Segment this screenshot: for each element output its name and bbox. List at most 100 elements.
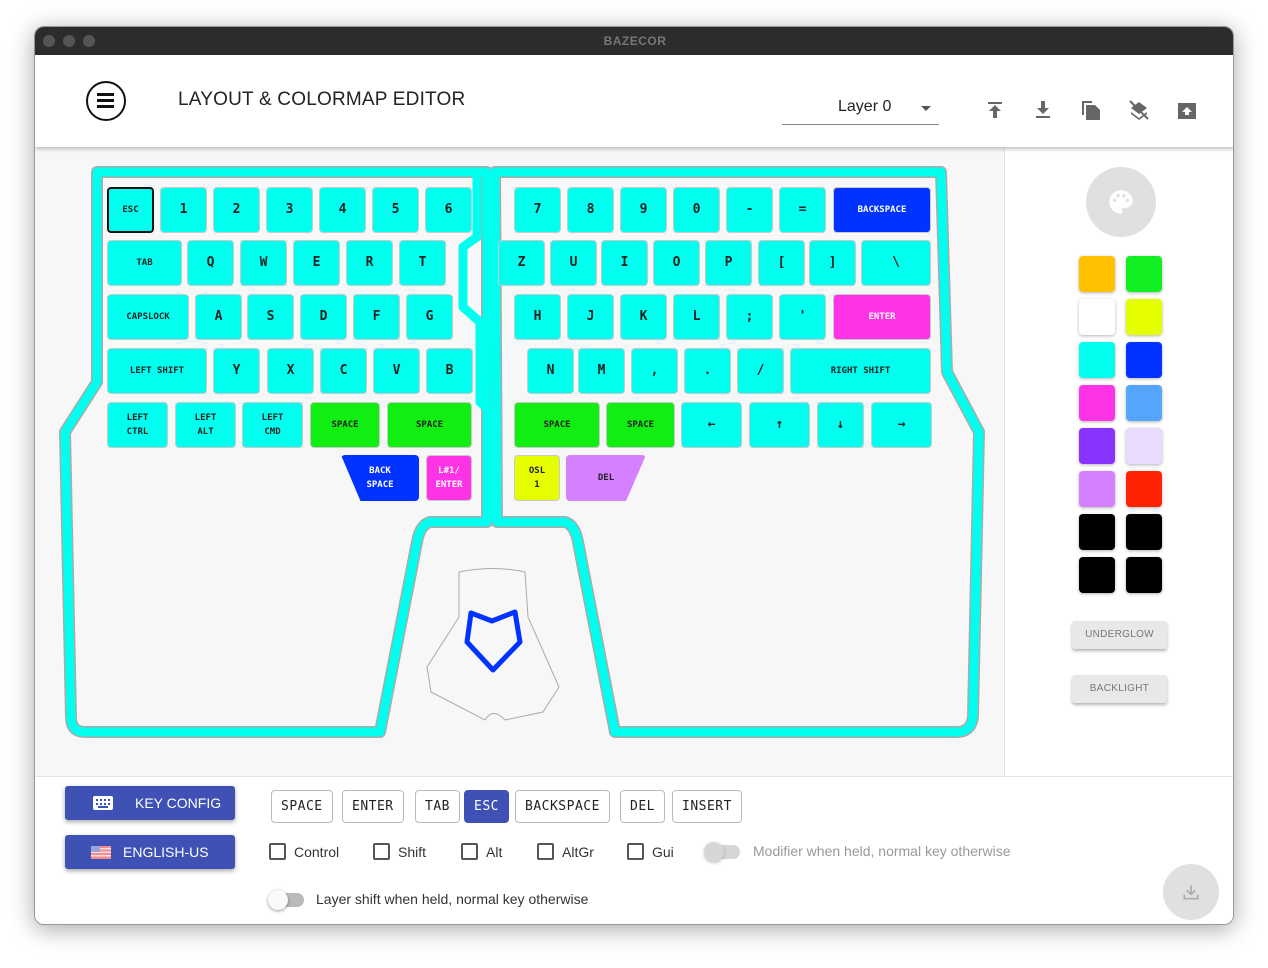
color-swatch[interactable] bbox=[1126, 299, 1162, 335]
modifier-checkbox-control[interactable]: Control bbox=[269, 843, 339, 860]
color-swatch[interactable] bbox=[1126, 471, 1162, 507]
key-20[interactable]: T bbox=[399, 240, 446, 286]
modifier-checkbox-altgr[interactable]: AltGr bbox=[537, 843, 594, 860]
color-swatch[interactable] bbox=[1126, 514, 1162, 550]
key-56[interactable]: LEFT CMD bbox=[242, 402, 303, 448]
key-config-button[interactable]: KEY CONFIG bbox=[65, 786, 235, 820]
key-32[interactable]: D bbox=[300, 294, 347, 340]
clear-layer-icon[interactable] bbox=[1127, 98, 1151, 122]
language-button[interactable]: ENGLISH-US bbox=[65, 835, 235, 869]
key-64[interactable]: → bbox=[871, 402, 932, 448]
underglow-button[interactable]: UNDERGLOW bbox=[1072, 621, 1167, 649]
key-58[interactable]: SPACE bbox=[387, 402, 472, 448]
key-8[interactable]: 7 bbox=[514, 187, 561, 233]
key-48[interactable]: N bbox=[527, 348, 574, 394]
color-swatch[interactable] bbox=[1079, 557, 1115, 593]
key-7[interactable]: 6 bbox=[425, 187, 472, 233]
key-54[interactable]: LEFT CTRL bbox=[107, 402, 168, 448]
key-4[interactable]: 3 bbox=[266, 187, 313, 233]
key-67[interactable]: OSL 1 bbox=[514, 455, 560, 501]
checkbox-icon[interactable] bbox=[537, 843, 554, 860]
dual-function-toggle[interactable] bbox=[704, 842, 740, 862]
key-6[interactable]: 5 bbox=[372, 187, 419, 233]
key-30[interactable]: A bbox=[195, 294, 242, 340]
key-chip-enter[interactable]: ENTER bbox=[342, 790, 404, 823]
key-37[interactable]: K bbox=[620, 294, 667, 340]
key-40[interactable]: ' bbox=[779, 294, 826, 340]
key-26[interactable]: [ bbox=[758, 240, 805, 286]
key-11[interactable]: 0 bbox=[673, 187, 720, 233]
key-chip-esc[interactable]: ESC bbox=[464, 790, 509, 823]
color-swatch[interactable] bbox=[1079, 514, 1115, 550]
key-63[interactable]: ↓ bbox=[817, 402, 864, 448]
color-swatch[interactable] bbox=[1126, 385, 1162, 421]
save-changes-button[interactable] bbox=[1163, 864, 1219, 920]
checkbox-icon[interactable] bbox=[373, 843, 390, 860]
key-43[interactable]: Y bbox=[213, 348, 260, 394]
key-chip-tab[interactable]: TAB bbox=[415, 790, 460, 823]
key-3[interactable]: 2 bbox=[213, 187, 260, 233]
key-21[interactable]: Z bbox=[498, 240, 545, 286]
color-swatch[interactable] bbox=[1079, 342, 1115, 378]
key-29[interactable]: CAPSLOCK bbox=[107, 294, 189, 340]
key-50[interactable]: , bbox=[631, 348, 678, 394]
key-14[interactable]: BACKSPACE bbox=[833, 187, 931, 233]
key-10[interactable]: 9 bbox=[620, 187, 667, 233]
key-chip-insert[interactable]: INSERT bbox=[672, 790, 742, 823]
key-17[interactable]: W bbox=[240, 240, 287, 286]
key-34[interactable]: G bbox=[406, 294, 453, 340]
key-24[interactable]: O bbox=[653, 240, 700, 286]
key-chip-backspace[interactable]: BACKSPACE bbox=[515, 790, 610, 823]
key-44[interactable]: X bbox=[267, 348, 314, 394]
key-62[interactable]: ↑ bbox=[749, 402, 810, 448]
color-swatch[interactable] bbox=[1079, 428, 1115, 464]
key-42[interactable]: LEFT SHIFT bbox=[107, 348, 207, 394]
layer-select[interactable]: Layer 0 bbox=[782, 95, 939, 125]
key-13[interactable]: = bbox=[779, 187, 826, 233]
key-60[interactable]: SPACE bbox=[606, 402, 675, 448]
key-chip-space[interactable]: SPACE bbox=[271, 790, 333, 823]
color-swatch[interactable] bbox=[1079, 299, 1115, 335]
modifier-checkbox-gui[interactable]: Gui bbox=[627, 843, 674, 860]
key-31[interactable]: S bbox=[247, 294, 294, 340]
key-22[interactable]: U bbox=[550, 240, 597, 286]
key-9[interactable]: 8 bbox=[567, 187, 614, 233]
checkbox-icon[interactable] bbox=[627, 843, 644, 860]
key-36[interactable]: J bbox=[567, 294, 614, 340]
menu-button[interactable] bbox=[86, 81, 126, 121]
key-46[interactable]: V bbox=[373, 348, 420, 394]
color-swatch[interactable] bbox=[1079, 256, 1115, 292]
import-export-icon[interactable] bbox=[1175, 98, 1199, 122]
key-19[interactable]: R bbox=[346, 240, 393, 286]
key-27[interactable]: ] bbox=[809, 240, 856, 286]
key-61[interactable]: ← bbox=[681, 402, 742, 448]
key-52[interactable]: / bbox=[737, 348, 784, 394]
checkbox-icon[interactable] bbox=[461, 843, 478, 860]
palette-button[interactable] bbox=[1086, 167, 1156, 237]
key-16[interactable]: Q bbox=[187, 240, 234, 286]
close-window-button[interactable] bbox=[43, 35, 55, 47]
key-66[interactable]: L#1/ ENTER bbox=[426, 455, 472, 501]
key-25[interactable]: P bbox=[705, 240, 752, 286]
key-23[interactable]: I bbox=[601, 240, 648, 286]
key-15[interactable]: TAB bbox=[107, 240, 182, 286]
key-45[interactable]: C bbox=[320, 348, 367, 394]
modifier-checkbox-shift[interactable]: Shift bbox=[373, 843, 426, 860]
key-59[interactable]: SPACE bbox=[514, 402, 600, 448]
key-41[interactable]: ENTER bbox=[833, 294, 931, 340]
key-39[interactable]: ; bbox=[726, 294, 773, 340]
key-5[interactable]: 4 bbox=[319, 187, 366, 233]
key-38[interactable]: L bbox=[673, 294, 720, 340]
key-51[interactable]: . bbox=[684, 348, 731, 394]
key-33[interactable]: F bbox=[353, 294, 400, 340]
color-swatch[interactable] bbox=[1126, 342, 1162, 378]
minimize-window-button[interactable] bbox=[63, 35, 75, 47]
color-swatch[interactable] bbox=[1126, 428, 1162, 464]
color-swatch[interactable] bbox=[1079, 471, 1115, 507]
layer-shift-toggle[interactable] bbox=[268, 890, 304, 910]
modifier-checkbox-alt[interactable]: Alt bbox=[461, 843, 502, 860]
key-53[interactable]: RIGHT SHIFT bbox=[790, 348, 931, 394]
key-1[interactable]: ESC bbox=[107, 187, 154, 233]
color-swatch[interactable] bbox=[1126, 557, 1162, 593]
key-12[interactable]: - bbox=[726, 187, 773, 233]
